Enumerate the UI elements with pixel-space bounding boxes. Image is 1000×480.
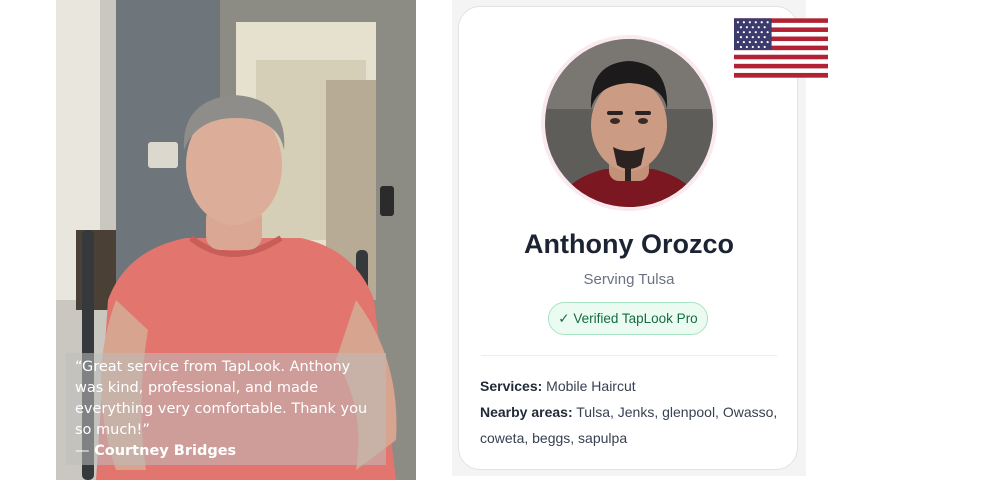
nearby-label: Nearby areas: <box>480 404 573 420</box>
services-value: Mobile Haircut <box>546 378 636 394</box>
testimonial-author-prefix: — <box>75 443 95 459</box>
avatar-illustration <box>545 39 713 207</box>
us-flag-icon <box>734 18 828 78</box>
testimonial-quote: “Great service from TapLook. Anthony was… <box>75 359 368 438</box>
testimonial-quote-box: “Great service from TapLook. Anthony was… <box>66 353 386 465</box>
testimonial-photo: “Great service from TapLook. Anthony was… <box>56 0 416 480</box>
profile-info: Services: Mobile Haircut Nearby areas: T… <box>480 373 780 451</box>
testimonial-author: Courtney Bridges <box>94 443 237 459</box>
services-label: Services: <box>480 378 543 394</box>
avatar <box>541 35 717 211</box>
serving-location: Serving Tulsa <box>583 271 675 288</box>
profile-name: Anthony Orozco <box>524 229 734 259</box>
divider <box>481 355 777 356</box>
verified-badge: ✓ Verified TapLook Pro <box>548 302 708 335</box>
